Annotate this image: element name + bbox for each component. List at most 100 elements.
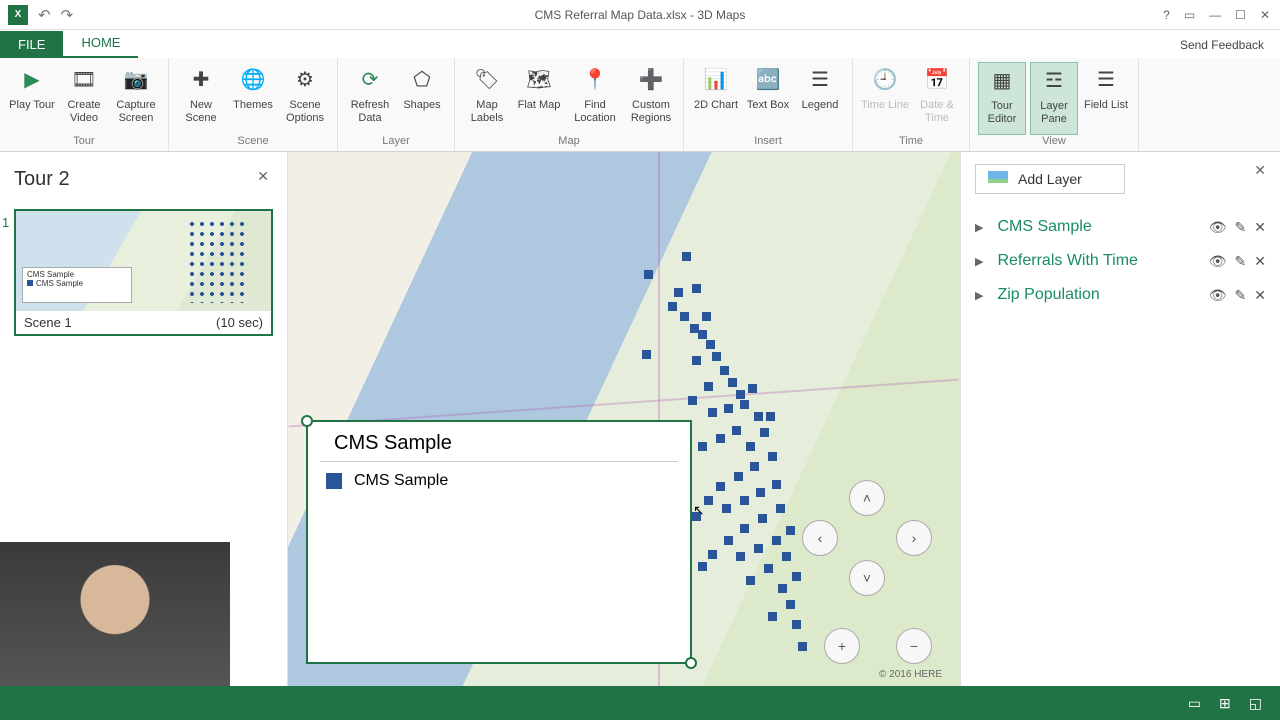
zoom-in-button[interactable]: + (824, 628, 860, 664)
custom-regions-button[interactable]: ➕Custom Regions (627, 62, 675, 135)
data-point[interactable] (698, 442, 707, 451)
legend-button[interactable]: ☰Legend (796, 62, 844, 135)
capture-screen-button[interactable]: 📷Capture Screen (112, 62, 160, 135)
tilt-down-button[interactable]: ˅ (849, 560, 885, 596)
field-list-button[interactable]: ☰Field List (1082, 62, 1130, 135)
data-point[interactable] (688, 396, 697, 405)
ribbon-options-button[interactable]: ▭ (1184, 8, 1195, 22)
data-point[interactable] (668, 302, 677, 311)
data-point[interactable] (748, 384, 757, 393)
text-box-button[interactable]: 🔤Text Box (744, 62, 792, 135)
data-point[interactable] (772, 536, 781, 545)
layer-name[interactable]: Referrals With Time (997, 252, 1208, 270)
data-point[interactable] (674, 288, 683, 297)
expand-layer-button[interactable]: ▶ (975, 255, 983, 268)
send-feedback-link[interactable]: Send Feedback (1164, 32, 1280, 58)
scene-options-button[interactable]: ⚙Scene Options (281, 62, 329, 135)
data-point[interactable] (712, 352, 721, 361)
rotate-right-button[interactable]: › (896, 520, 932, 556)
data-point[interactable] (736, 552, 745, 561)
data-point[interactable] (740, 400, 749, 409)
data-point[interactable] (708, 408, 717, 417)
data-point[interactable] (750, 462, 759, 471)
map-labels-button[interactable]: 🏷Map Labels (463, 62, 511, 135)
help-button[interactable]: ? (1163, 8, 1170, 22)
data-point[interactable] (758, 514, 767, 523)
2d-chart-button[interactable]: 📊2D Chart (692, 62, 740, 135)
data-point[interactable] (722, 504, 731, 513)
add-layer-button[interactable]: Add Layer (975, 164, 1125, 194)
data-point[interactable] (760, 428, 769, 437)
data-point[interactable] (746, 442, 755, 451)
data-point[interactable] (724, 404, 733, 413)
toggle-visibility-button[interactable]: 👁 (1209, 253, 1227, 270)
data-point[interactable] (708, 550, 717, 559)
data-point[interactable] (724, 536, 733, 545)
data-point[interactable] (792, 620, 801, 629)
delete-layer-button[interactable]: ✕ (1254, 219, 1266, 236)
data-point[interactable] (642, 350, 651, 359)
minimize-button[interactable]: — (1209, 8, 1221, 22)
refresh-data-button[interactable]: ⟳Refresh Data (346, 62, 394, 135)
maximize-button[interactable]: ☐ (1235, 8, 1246, 22)
data-point[interactable] (706, 340, 715, 349)
resize-handle-icon[interactable] (301, 415, 313, 427)
data-point[interactable] (786, 526, 795, 535)
data-point[interactable] (764, 564, 773, 573)
data-point[interactable] (682, 252, 691, 261)
data-point[interactable] (798, 642, 807, 651)
data-point[interactable] (782, 552, 791, 561)
data-point[interactable] (778, 584, 787, 593)
data-point[interactable] (754, 544, 763, 553)
tilt-up-button[interactable]: ˄ (849, 480, 885, 516)
zoom-out-button[interactable]: − (896, 628, 932, 664)
toggle-visibility-button[interactable]: 👁 (1209, 287, 1227, 304)
find-location-button[interactable]: 📍Find Location (567, 62, 623, 135)
data-point[interactable] (740, 496, 749, 505)
edit-layer-button[interactable]: ✎ (1235, 219, 1247, 236)
data-point[interactable] (768, 612, 777, 621)
data-point[interactable] (644, 270, 653, 279)
rotate-left-button[interactable]: ‹ (802, 520, 838, 556)
close-window-button[interactable]: ✕ (1260, 8, 1270, 22)
data-point[interactable] (772, 480, 781, 489)
close-tour-pane-button[interactable]: ✕ (257, 168, 269, 185)
expand-layer-button[interactable]: ▶ (975, 289, 983, 302)
data-point[interactable] (734, 472, 743, 481)
layer-name[interactable]: Zip Population (997, 286, 1208, 304)
status-view3-button[interactable]: ◱ (1249, 695, 1262, 712)
data-point[interactable] (754, 412, 763, 421)
close-layer-pane-button[interactable]: ✕ (1254, 162, 1266, 179)
toggle-visibility-button[interactable]: 👁 (1209, 219, 1227, 236)
data-point[interactable] (704, 496, 713, 505)
tab-file[interactable]: FILE (0, 31, 63, 58)
map-legend-box[interactable]: CMS Sample CMS Sample (306, 420, 692, 664)
data-point[interactable] (698, 562, 707, 571)
tour-editor-button[interactable]: ▦Tour Editor (978, 62, 1026, 135)
data-point[interactable] (776, 504, 785, 513)
data-point[interactable] (698, 330, 707, 339)
map-canvas[interactable]: CMS Sample CMS Sample ↖ ˄ ‹ › ˅ + − © 20… (288, 152, 960, 686)
new-scene-button[interactable]: ✚New Scene (177, 62, 225, 135)
delete-layer-button[interactable]: ✕ (1254, 253, 1266, 270)
expand-layer-button[interactable]: ▶ (975, 221, 983, 234)
data-point[interactable] (704, 382, 713, 391)
data-point[interactable] (702, 312, 711, 321)
shapes-button[interactable]: ⬠Shapes (398, 62, 446, 135)
data-point[interactable] (680, 312, 689, 321)
data-point[interactable] (792, 572, 801, 581)
data-point[interactable] (716, 482, 725, 491)
data-point[interactable] (716, 434, 725, 443)
scene-thumbnail[interactable]: 1 CMS Sample CMS Sample Scene 1 (10 sec) (14, 209, 273, 336)
create-video-button[interactable]: 🎞Create Video (60, 62, 108, 135)
data-point[interactable] (786, 600, 795, 609)
data-point[interactable] (746, 576, 755, 585)
status-view1-button[interactable]: ▭ (1188, 695, 1201, 712)
status-view2-button[interactable]: ⊞ (1219, 695, 1231, 712)
data-point[interactable] (692, 356, 701, 365)
data-point[interactable] (766, 412, 775, 421)
redo-button[interactable]: ↷ (61, 6, 74, 24)
edit-layer-button[interactable]: ✎ (1235, 287, 1247, 304)
themes-button[interactable]: 🌐Themes (229, 62, 277, 135)
edit-layer-button[interactable]: ✎ (1235, 253, 1247, 270)
